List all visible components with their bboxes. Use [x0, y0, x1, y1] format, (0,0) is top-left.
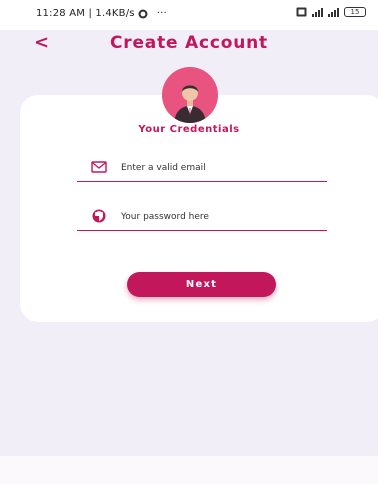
- envelope-icon: [91, 161, 107, 173]
- header: < Create Account: [0, 30, 378, 64]
- signal-icon: [328, 7, 339, 17]
- status-time: 11:28 AM | 1.4KB/s: [36, 8, 135, 19]
- shield-icon: [92, 209, 106, 223]
- bottom-area: [0, 456, 378, 484]
- password-input[interactable]: [121, 207, 321, 227]
- battery-icon: 15: [344, 7, 366, 17]
- whatsapp-icon: [138, 9, 148, 18]
- section-title: Your Credentials: [138, 124, 240, 135]
- status-left: 11:28 AM | 1.4KB/s ···: [36, 8, 167, 19]
- status-bar: 11:28 AM | 1.4KB/s ··· 15: [0, 0, 378, 30]
- user-avatar-icon: [162, 67, 218, 123]
- status-right: 15: [296, 7, 366, 17]
- page-title: Create Account: [110, 33, 268, 53]
- password-field: [77, 207, 327, 231]
- next-button[interactable]: Next: [127, 272, 276, 297]
- battery-level: 15: [350, 8, 360, 16]
- email-field: [77, 158, 327, 182]
- signal-icon: [312, 7, 323, 17]
- email-input[interactable]: [121, 158, 321, 178]
- sim-icon: [296, 7, 307, 17]
- create-account-screen: 11:28 AM | 1.4KB/s ··· 15 < Create Accou…: [0, 0, 378, 484]
- status-more: ···: [156, 8, 167, 19]
